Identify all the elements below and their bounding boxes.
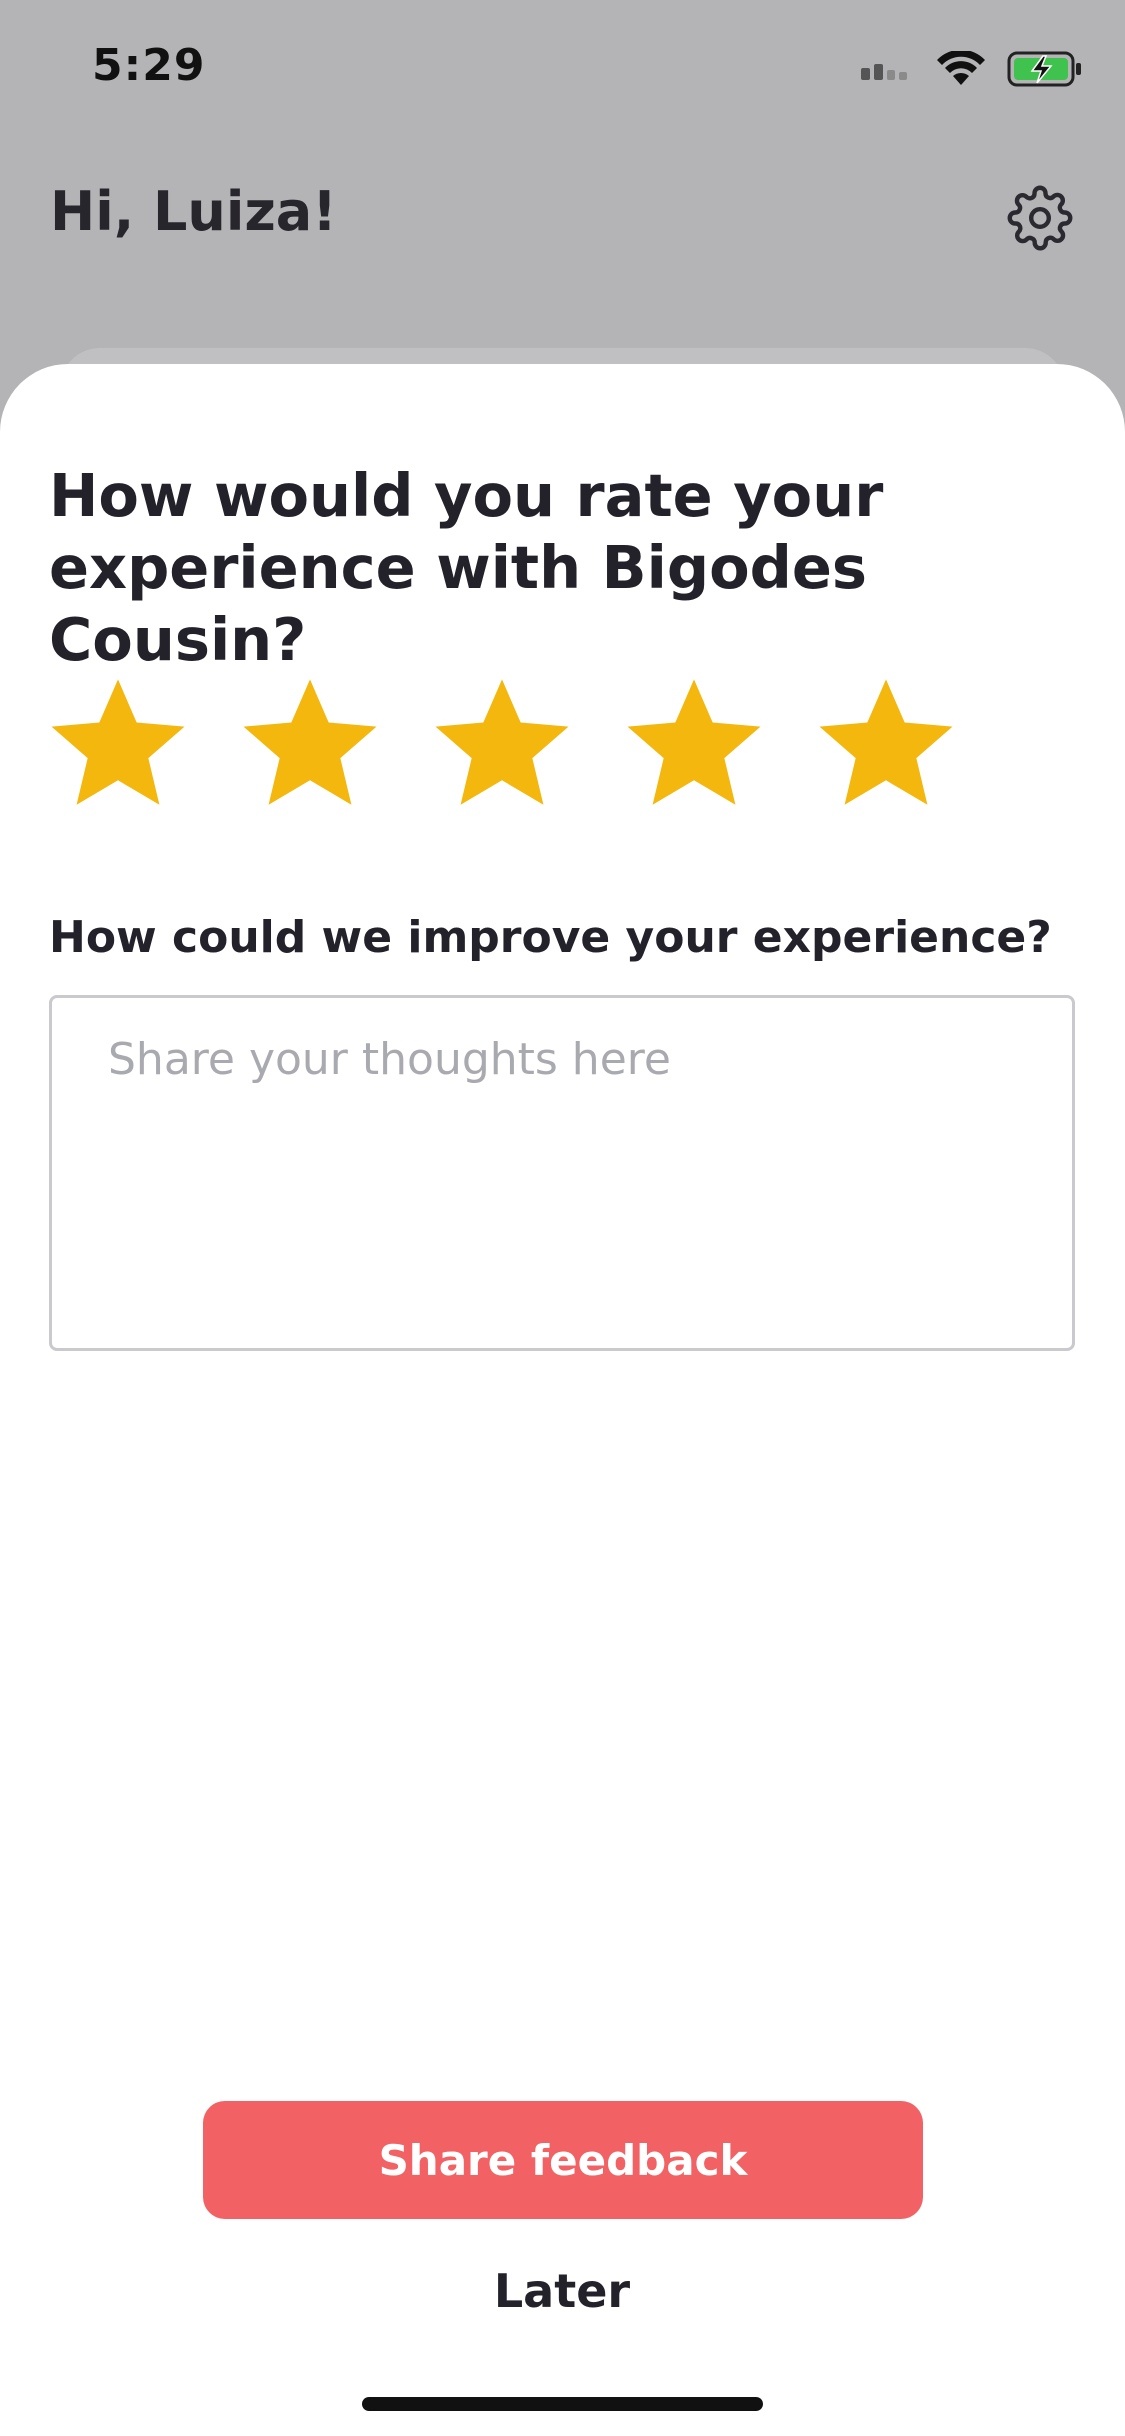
battery-charging-icon xyxy=(1007,51,1081,87)
star-1-icon[interactable] xyxy=(48,677,188,813)
improve-label: How could we improve your experience? xyxy=(49,912,1052,963)
star-2-icon[interactable] xyxy=(240,677,380,813)
star-rating xyxy=(48,677,956,813)
feedback-sheet: How would you rate your experience with … xyxy=(0,364,1125,2436)
rating-question: How would you rate your experience with … xyxy=(49,461,884,674)
status-icons xyxy=(859,50,1083,88)
star-3-icon[interactable] xyxy=(432,677,572,813)
star-5-icon[interactable] xyxy=(816,677,956,813)
home-indicator xyxy=(362,2397,763,2411)
feedback-field-container xyxy=(49,995,1075,1351)
settings-button[interactable] xyxy=(1007,185,1073,251)
later-button[interactable]: Later xyxy=(412,2251,712,2331)
wifi-icon xyxy=(937,51,985,85)
status-time: 5:29 xyxy=(92,40,206,91)
greeting-title: Hi, Luiza! xyxy=(50,180,337,243)
share-feedback-button[interactable]: Share feedback xyxy=(203,2101,923,2219)
status-bar: 5:29 xyxy=(0,0,1125,140)
feedback-textarea[interactable] xyxy=(52,998,1072,1348)
gear-icon xyxy=(1007,185,1073,251)
cellular-signal-icon xyxy=(861,64,907,80)
star-4-icon[interactable] xyxy=(624,677,764,813)
